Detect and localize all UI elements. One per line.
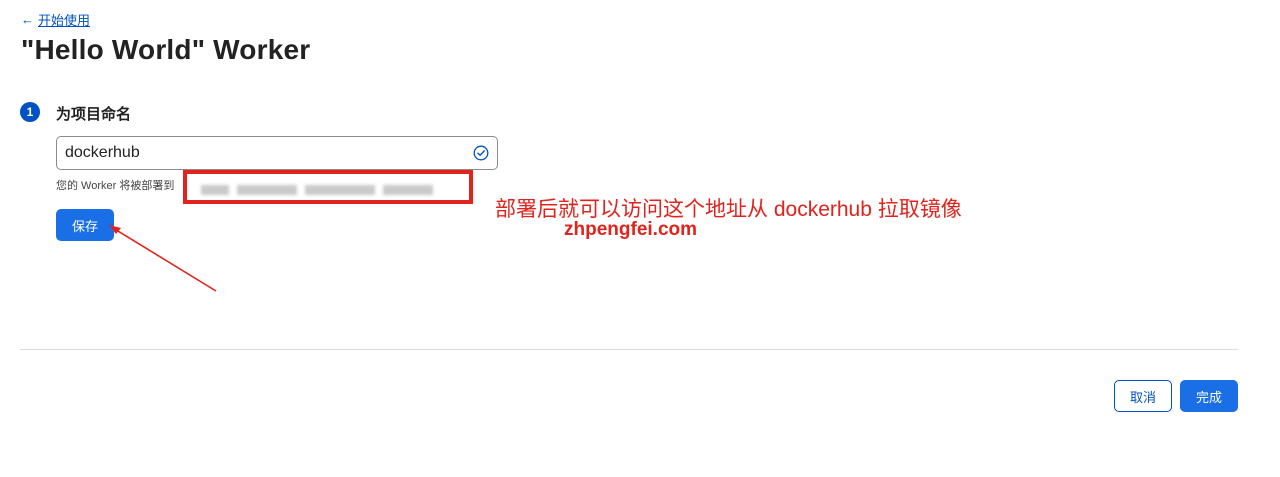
deploy-hint-text: 您的 Worker 将被部署到 xyxy=(56,180,175,192)
deploy-url-highlight xyxy=(183,170,473,204)
project-name-input[interactable] xyxy=(57,137,465,169)
page-title: "Hello World" Worker xyxy=(21,34,311,65)
section-divider xyxy=(20,349,1238,350)
back-link-label[interactable]: 开始使用 xyxy=(38,10,90,29)
cancel-button[interactable]: 取消 xyxy=(1114,380,1172,412)
watermark-text: zhpengfei.com xyxy=(564,219,698,240)
back-link[interactable]: ← 开始使用 xyxy=(21,10,90,29)
redacted-url xyxy=(201,185,229,195)
project-name-field[interactable] xyxy=(56,136,498,170)
redacted-url xyxy=(305,185,375,195)
step-number-badge: 1 xyxy=(20,102,40,122)
save-button[interactable]: 保存 xyxy=(56,209,114,241)
redacted-url xyxy=(237,185,297,195)
step-title: 为项目命名 xyxy=(56,106,132,123)
redacted-url xyxy=(383,185,433,195)
check-circle-icon xyxy=(473,145,489,161)
arrow-left-icon: ← xyxy=(21,12,34,27)
done-button[interactable]: 完成 xyxy=(1180,380,1238,412)
worker-setup-page: ← 开始使用 "Hello World" Worker 1 为项目命名 您的 W… xyxy=(0,0,1280,477)
